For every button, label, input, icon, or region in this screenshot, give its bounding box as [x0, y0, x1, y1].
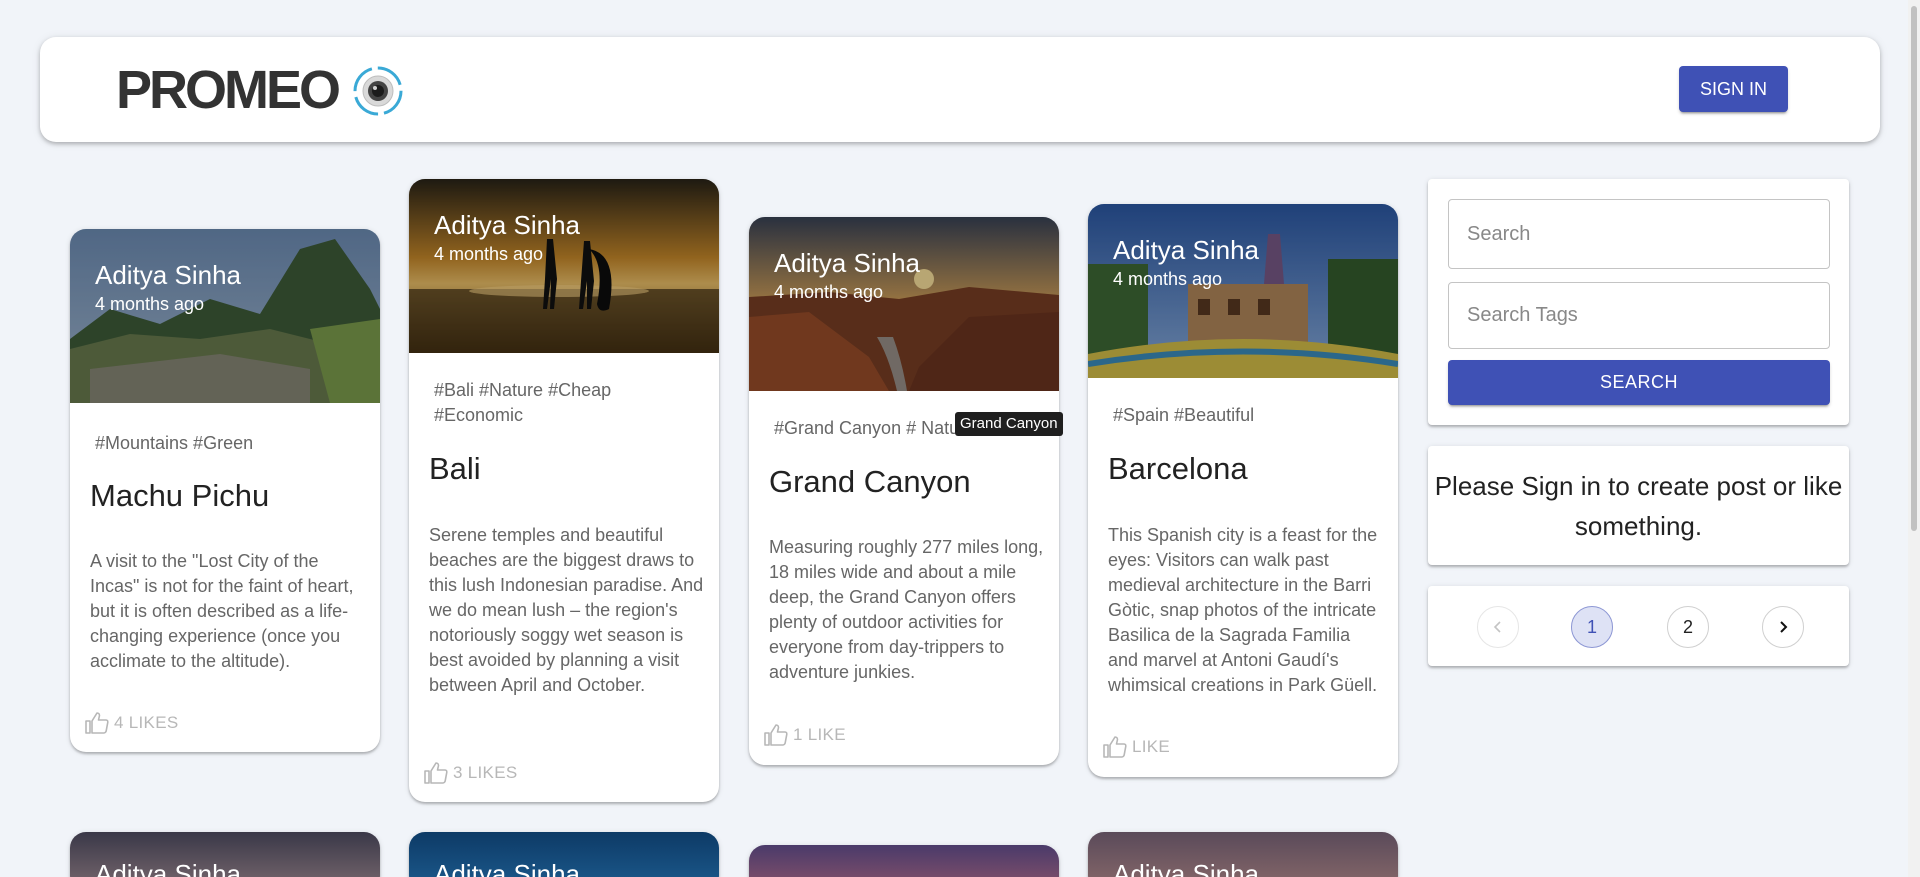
thumb-up-icon: [764, 724, 788, 746]
post-image[interactable]: Aditya Sinha 4 months ago: [1088, 204, 1398, 378]
post-time: 4 months ago: [1113, 269, 1223, 289]
post-card-partial: Aditya Sinha: [70, 832, 380, 877]
sign-in-button[interactable]: SIGN IN: [1679, 66, 1788, 112]
like-button[interactable]: 4 LIKES: [84, 711, 178, 735]
post-image[interactable]: Aditya Sinha 4 months ago: [749, 217, 1059, 391]
app-bar: PROMEO SIGN IN: [40, 37, 1880, 142]
post-author: Aditya Sinha: [434, 859, 580, 877]
post-title: Grand Canyon: [769, 464, 971, 499]
brand[interactable]: PROMEO: [116, 63, 404, 118]
search-tags-input[interactable]: [1448, 282, 1830, 349]
thumb-up-icon: [85, 712, 109, 734]
post-author: Aditya Sinha: [95, 859, 241, 877]
post-author: Aditya Sinha: [434, 210, 580, 240]
post-image[interactable]: Aditya Sinha: [1088, 832, 1398, 877]
post-description: A visit to the "Lost City of the Incas" …: [90, 551, 354, 671]
post-image[interactable]: [749, 845, 1059, 877]
post-author: Aditya Sinha: [774, 248, 920, 278]
pagination-panel: 1 2: [1428, 586, 1849, 666]
search-panel: SEARCH: [1428, 179, 1849, 425]
post-title: Bali: [429, 451, 481, 486]
post-card-machu-pichu: Aditya Sinha 4 months ago #Mountains #Gr…: [70, 229, 380, 752]
chevron-right-icon: [1780, 621, 1788, 633]
post-image[interactable]: Aditya Sinha: [70, 832, 380, 877]
post-time: 4 months ago: [95, 294, 205, 314]
post-image[interactable]: Aditya Sinha: [409, 832, 719, 877]
post-author: Aditya Sinha: [95, 260, 241, 290]
post-description: This Spanish city is a feast for the eye…: [1108, 525, 1378, 695]
thumb-up-icon: [424, 762, 448, 784]
post-card-grand-canyon: Aditya Sinha 4 months ago #Grand Canyon …: [749, 217, 1059, 765]
like-count: 3 LIKES: [453, 763, 518, 782]
like-button[interactable]: LIKE: [1102, 735, 1170, 759]
post-author: Aditya Sinha: [1113, 235, 1259, 265]
thumb-up-icon: [1103, 736, 1127, 758]
brand-name: PROMEO: [116, 60, 341, 120]
post-image[interactable]: Aditya Sinha 4 months ago: [70, 229, 380, 403]
post-card-partial: Aditya Sinha: [409, 832, 719, 877]
camera-lens-logo-icon: [353, 66, 403, 115]
post-tags: #Spain #Beautiful: [1113, 405, 1255, 425]
tags-tooltip: Grand Canyon: [955, 412, 1063, 436]
like-count: LIKE: [1132, 737, 1171, 756]
post-title: Machu Pichu: [90, 478, 270, 513]
like-button[interactable]: 3 LIKES: [423, 761, 517, 785]
like-count: 1 LIKE: [793, 725, 846, 744]
post-time: 4 months ago: [774, 282, 884, 302]
like-count: 4 LIKES: [114, 713, 179, 732]
post-tags: #Bali #Nature #Cheap #Economic: [434, 380, 612, 425]
page-2-button[interactable]: 2: [1667, 606, 1709, 648]
post-author: Aditya Sinha: [1113, 859, 1259, 877]
post-tags: #Mountains #Green: [95, 433, 254, 453]
post-title: Barcelona: [1108, 451, 1248, 486]
like-button[interactable]: 1 LIKE: [763, 723, 846, 747]
chevron-left-icon: [1493, 621, 1501, 633]
post-image[interactable]: Aditya Sinha 4 months ago: [409, 179, 719, 353]
scrollbar-thumb[interactable]: [1911, 6, 1917, 531]
previous-page-button[interactable]: [1477, 606, 1519, 648]
post-card-barcelona: Aditya Sinha 4 months ago #Spain #Beauti…: [1088, 204, 1398, 777]
search-button[interactable]: SEARCH: [1448, 360, 1830, 405]
post-card-bali: Aditya Sinha 4 months ago #Bali #Nature …: [409, 179, 719, 802]
page-1-button[interactable]: 1: [1571, 606, 1613, 648]
post-card-partial: [749, 845, 1059, 877]
pagination: 1 2: [1428, 606, 1849, 648]
post-description: Measuring roughly 277 miles long, 18 mil…: [769, 537, 1044, 682]
post-time: 4 months ago: [434, 244, 544, 264]
post-description: Serene temples and beautiful beaches are…: [429, 525, 704, 695]
sign-in-notice: Please Sign in to create post or like so…: [1434, 471, 1843, 541]
sign-in-notice-panel: Please Sign in to create post or like so…: [1428, 446, 1849, 565]
post-card-partial: Aditya Sinha: [1088, 832, 1398, 877]
search-input[interactable]: [1448, 199, 1830, 269]
next-page-button[interactable]: [1762, 606, 1804, 648]
page-scrollbar[interactable]: [1908, 0, 1920, 877]
